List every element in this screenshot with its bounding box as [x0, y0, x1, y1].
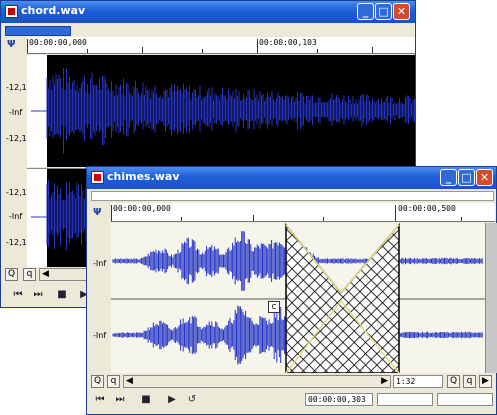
zoom-in-icon[interactable]: Q: [5, 268, 18, 281]
chimes-waveform: [111, 223, 485, 373]
ruler-mid-label: 00:00:00,500: [398, 204, 456, 213]
marker-icon[interactable]: Ψ: [7, 39, 16, 50]
minimize-button[interactable]: _: [440, 169, 457, 186]
marker-icon[interactable]: Ψ: [93, 207, 102, 218]
level-label: -12,1: [6, 83, 27, 92]
go-to-start-icon[interactable]: ⏮: [93, 393, 107, 406]
chord-waveform-1: [31, 68, 415, 154]
chord-horizontal-scrollbar[interactable]: ◀: [39, 268, 91, 281]
minimize-button[interactable]: _: [357, 3, 374, 20]
ruler-start-label: 00:00:00,000: [113, 204, 171, 213]
go-to-end-icon[interactable]: ⏭: [113, 393, 127, 406]
stop-icon[interactable]: ■: [139, 393, 153, 406]
top-overview-strip: [91, 191, 494, 201]
wav-file-icon: [5, 5, 18, 18]
level-label: -12,1: [6, 188, 27, 197]
chimes-title: chimes.wav: [107, 170, 180, 183]
chimes-window[interactable]: chimes.wav _ □ ✕ 00:00:00,000 00:00:00,5…: [86, 166, 497, 415]
go-to-end-icon[interactable]: ⏭: [31, 288, 45, 301]
chord-titlebar[interactable]: chord.wav _ □ ✕: [1, 1, 415, 23]
maximize-button[interactable]: □: [458, 169, 475, 186]
crossfade-selection[interactable]: [285, 223, 400, 373]
close-button[interactable]: ✕: [393, 3, 410, 20]
level-label: -Inf: [9, 108, 23, 117]
position-time-field: 00:00:00,303: [305, 393, 373, 406]
ruler-mid-label: 00:00:00,103: [259, 38, 317, 47]
scroll-right-icon[interactable]: ▶: [381, 376, 388, 386]
level-label: -Inf: [93, 259, 107, 268]
play-icon[interactable]: ▶: [165, 393, 179, 406]
zoom-level-field[interactable]: 1:32: [393, 375, 443, 388]
go-to-start-icon[interactable]: ⏮: [11, 288, 25, 301]
zoom-in-icon[interactable]: Q: [447, 375, 460, 388]
level-label: -Inf: [93, 331, 107, 340]
zoom-out-icon[interactable]: q: [463, 375, 476, 388]
chord-channel-1-lane[interactable]: [27, 55, 415, 167]
zoom-out-icon[interactable]: q: [107, 375, 120, 388]
status-field: [377, 393, 433, 406]
zoom-in-icon[interactable]: Q: [91, 375, 104, 388]
level-label: -Inf: [9, 212, 23, 221]
wav-file-icon: [91, 171, 104, 184]
chimes-time-ruler[interactable]: 00:00:00,000 00:00:00,500: [111, 203, 495, 222]
ruler-start-label: 00:00:00,000: [29, 38, 87, 47]
stop-icon[interactable]: ■: [55, 288, 69, 301]
close-button[interactable]: ✕: [476, 169, 493, 186]
scroll-left-icon[interactable]: ◀: [42, 269, 49, 279]
zoom-out-icon[interactable]: q: [23, 268, 36, 281]
chimes-titlebar[interactable]: chimes.wav _ □ ✕: [87, 167, 496, 189]
fade-marker-icon[interactable]: C: [268, 301, 280, 313]
overview-bar[interactable]: [5, 26, 71, 36]
maximize-button[interactable]: □: [375, 3, 392, 20]
scroll-left-icon[interactable]: ◀: [126, 376, 133, 386]
chimes-waveform-area[interactable]: [111, 223, 485, 373]
loop-icon[interactable]: ↺: [185, 393, 199, 406]
level-label: -12,1: [6, 134, 27, 143]
level-label: -12,1: [6, 238, 27, 247]
chimes-horizontal-scrollbar[interactable]: ◀ ▶: [123, 375, 391, 388]
vertical-scrollbar[interactable]: [485, 223, 497, 373]
chord-time-ruler[interactable]: 00:00:00,000 00:00:00,103: [27, 37, 415, 54]
scroll-right-icon[interactable]: ▶: [479, 375, 492, 388]
chord-title: chord.wav: [21, 4, 86, 17]
status-field: [437, 393, 493, 406]
